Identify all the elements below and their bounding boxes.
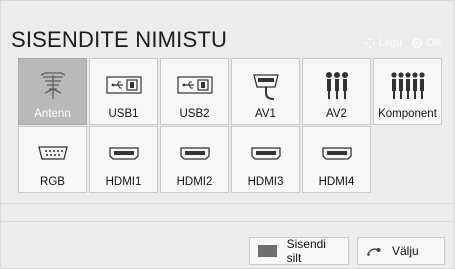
scart-icon <box>246 69 286 101</box>
divider <box>1 221 454 222</box>
input-tile-hdmi2[interactable]: HDMI2 <box>160 126 229 193</box>
input-label-antenn: Antenn <box>34 108 71 120</box>
inputs-grid: Antenn USB1 USB2 AV1 AV2 Komponent RGB H… <box>18 58 442 193</box>
color-key-icon <box>258 245 277 257</box>
exit-button[interactable]: Välju <box>357 237 445 265</box>
input-tile-av2[interactable]: AV2 <box>302 58 371 125</box>
hdmi-icon <box>175 137 215 169</box>
input-tile-antenn[interactable]: Antenn <box>18 58 87 125</box>
input-label-hdmi2: HDMI2 <box>176 176 213 188</box>
input-label-button-text: Sisendi silt <box>286 237 326 265</box>
input-label-usb1: USB1 <box>108 108 139 120</box>
component-icon <box>388 69 428 101</box>
hint-ok: OK <box>412 37 442 49</box>
vga-icon <box>33 137 73 169</box>
navigation-hints: Liigu OK <box>364 37 442 49</box>
hint-move: Liigu <box>364 37 403 49</box>
divider <box>1 203 454 204</box>
input-tile-hdmi4[interactable]: HDMI4 <box>302 126 371 193</box>
input-tile-komponent[interactable]: Komponent <box>373 58 442 125</box>
input-tile-hdmi3[interactable]: HDMI3 <box>231 126 300 193</box>
footer-bar: Sisendi silt Välju <box>11 233 445 265</box>
arrows-icon <box>364 38 375 48</box>
input-tile-usb2[interactable]: USB2 <box>160 58 229 125</box>
hint-ok-label: OK <box>426 37 442 49</box>
hdmi-icon <box>246 137 286 169</box>
input-tile-av1[interactable]: AV1 <box>231 58 300 125</box>
usb-icon <box>175 69 215 101</box>
input-label-av1: AV1 <box>255 108 276 120</box>
hdmi-icon <box>104 137 144 169</box>
rca-icon <box>317 69 357 101</box>
page-title: SISENDITE NIMISTU <box>11 27 228 52</box>
input-list-panel: SISENDITE NIMISTU Liigu OK Antenn USB1 U… <box>0 0 455 269</box>
input-tile-rgb[interactable]: RGB <box>18 126 87 193</box>
antenna-icon <box>33 69 73 101</box>
input-label-av2: AV2 <box>326 108 347 120</box>
input-label-hdmi4: HDMI4 <box>318 176 355 188</box>
usb-icon <box>104 69 144 101</box>
ok-icon <box>412 38 422 48</box>
input-label-hdmi3: HDMI3 <box>247 176 284 188</box>
hdmi-icon <box>317 137 357 169</box>
exit-button-text: Välju <box>392 244 419 258</box>
input-tile-usb1[interactable]: USB1 <box>89 58 158 125</box>
hint-move-label: Liigu <box>378 37 403 49</box>
input-label-hdmi1: HDMI1 <box>105 176 142 188</box>
input-tile-hdmi1[interactable]: HDMI1 <box>89 126 158 193</box>
input-label-rgb: RGB <box>40 176 65 188</box>
input-label-komponent: Komponent <box>378 108 437 120</box>
exit-icon <box>366 245 382 257</box>
input-label-usb2: USB2 <box>179 108 210 120</box>
input-label-button[interactable]: Sisendi silt <box>249 237 349 265</box>
